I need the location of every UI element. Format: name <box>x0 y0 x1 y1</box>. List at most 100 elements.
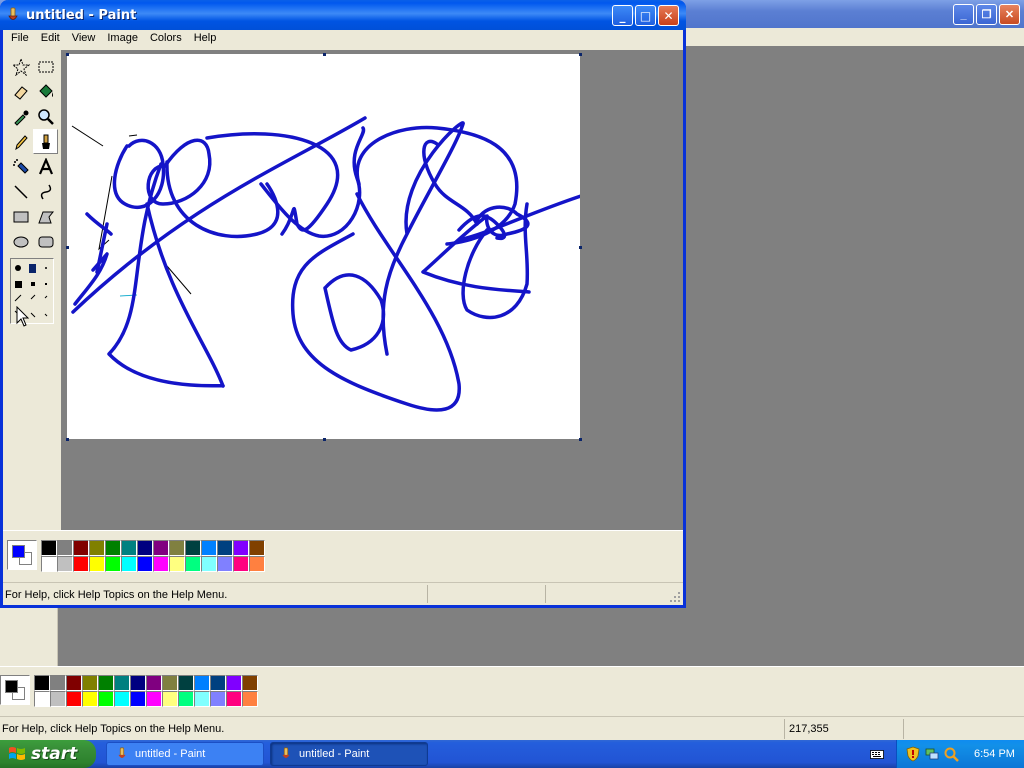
select-tool[interactable] <box>33 54 58 79</box>
palette-swatch[interactable] <box>130 675 146 691</box>
palette-swatch[interactable] <box>153 540 169 556</box>
security-shield-icon[interactable] <box>905 746 921 762</box>
palette-swatch[interactable] <box>153 556 169 572</box>
palette-swatch[interactable] <box>50 691 66 707</box>
canvas-resize-handle[interactable] <box>323 53 326 56</box>
palette-swatch[interactable] <box>41 556 57 572</box>
palette-swatch[interactable] <box>137 540 153 556</box>
palette-swatch[interactable] <box>249 556 265 572</box>
close-button[interactable]: ✕ <box>658 5 679 26</box>
menu-file[interactable]: File <box>5 30 35 48</box>
palette-swatch[interactable] <box>178 691 194 707</box>
maximize-button[interactable]: □ <box>635 5 656 26</box>
palette-swatch[interactable] <box>114 691 130 707</box>
ellipse-tool[interactable] <box>8 229 33 254</box>
start-button[interactable]: start <box>0 740 96 768</box>
palette-swatch[interactable] <box>73 556 89 572</box>
menu-edit[interactable]: Edit <box>35 30 66 48</box>
airbrush-tool[interactable] <box>8 154 33 179</box>
drawing-canvas[interactable] <box>67 54 580 439</box>
palette-swatch[interactable] <box>98 675 114 691</box>
palette-swatch[interactable] <box>57 556 73 572</box>
palette-swatch[interactable] <box>162 675 178 691</box>
palette-swatch[interactable] <box>89 540 105 556</box>
bg-minimize-button[interactable]: _ <box>953 4 974 25</box>
palette-swatch[interactable] <box>66 675 82 691</box>
palette-swatch[interactable] <box>226 675 242 691</box>
canvas-resize-handle[interactable] <box>66 438 69 441</box>
menu-colors[interactable]: Colors <box>144 30 188 48</box>
title-bar[interactable]: untitled - Paint _ □ ✕ <box>0 0 686 30</box>
palette-swatch[interactable] <box>121 540 137 556</box>
curve-tool[interactable] <box>33 179 58 204</box>
brush-option-round-medium-selected[interactable] <box>29 264 36 273</box>
palette-swatch[interactable] <box>210 675 226 691</box>
palette-swatch[interactable] <box>57 540 73 556</box>
palette-swatch[interactable] <box>242 675 258 691</box>
canvas-resize-handle[interactable] <box>579 53 582 56</box>
brush-option-round-large[interactable] <box>15 265 21 271</box>
palette-swatch[interactable] <box>146 675 162 691</box>
palette-swatch[interactable] <box>146 691 162 707</box>
palette-swatch[interactable] <box>114 675 130 691</box>
palette-swatch[interactable] <box>105 540 121 556</box>
palette-swatch[interactable] <box>242 691 258 707</box>
bg-close-button[interactable]: ✕ <box>999 4 1020 25</box>
menu-help[interactable]: Help <box>188 30 223 48</box>
palette-swatch[interactable] <box>98 691 114 707</box>
palette-swatch[interactable] <box>41 540 57 556</box>
palette-swatch[interactable] <box>178 675 194 691</box>
keyboard-icon[interactable] <box>870 748 884 760</box>
palette-swatch[interactable] <box>226 691 242 707</box>
palette-swatch[interactable] <box>201 556 217 572</box>
palette-swatch[interactable] <box>162 691 178 707</box>
brush-tool[interactable] <box>33 129 58 154</box>
taskbar-item-paint-2[interactable]: untitled - Paint <box>270 742 428 766</box>
menu-view[interactable]: View <box>66 30 102 48</box>
palette-swatch[interactable] <box>249 540 265 556</box>
palette-swatch[interactable] <box>233 540 249 556</box>
search-icon[interactable] <box>943 746 959 762</box>
polygon-tool[interactable] <box>33 204 58 229</box>
bg-current-colors[interactable] <box>0 675 30 705</box>
palette-swatch[interactable] <box>210 691 226 707</box>
network-icon[interactable] <box>924 746 940 762</box>
palette-swatch[interactable] <box>50 675 66 691</box>
minimize-button[interactable]: _ <box>612 5 633 26</box>
brush-option-square-medium[interactable] <box>31 282 35 286</box>
current-colors[interactable] <box>7 540 37 570</box>
palette-swatch[interactable] <box>233 556 249 572</box>
taskbar-item-paint-1[interactable]: untitled - Paint <box>106 742 264 766</box>
menu-image[interactable]: Image <box>101 30 144 48</box>
palette-swatch[interactable] <box>217 556 233 572</box>
palette-swatch[interactable] <box>73 540 89 556</box>
pencil-tool[interactable] <box>8 129 33 154</box>
line-tool[interactable] <box>8 179 33 204</box>
free-form-select-tool[interactable] <box>8 54 33 79</box>
palette-swatch[interactable] <box>130 691 146 707</box>
eraser-tool[interactable] <box>8 79 33 104</box>
pick-color-tool[interactable] <box>8 104 33 129</box>
palette-swatch[interactable] <box>217 540 233 556</box>
palette-swatch[interactable] <box>34 675 50 691</box>
fill-tool[interactable] <box>33 79 58 104</box>
text-tool[interactable] <box>33 154 58 179</box>
brush-option-round-small[interactable] <box>45 267 47 269</box>
palette-swatch[interactable] <box>194 675 210 691</box>
canvas-resize-handle[interactable] <box>66 246 69 249</box>
canvas-resize-handle[interactable] <box>323 438 326 441</box>
resize-grip-icon[interactable] <box>669 591 681 603</box>
magnifier-tool[interactable] <box>33 104 58 129</box>
palette-swatch[interactable] <box>185 556 201 572</box>
canvas-resize-handle[interactable] <box>579 246 582 249</box>
palette-swatch[interactable] <box>89 556 105 572</box>
bg-restore-button[interactable]: ❐ <box>976 4 997 25</box>
brush-option-square-small[interactable] <box>45 283 47 285</box>
palette-swatch[interactable] <box>194 691 210 707</box>
rounded-rectangle-tool[interactable] <box>33 229 58 254</box>
palette-swatch[interactable] <box>169 540 185 556</box>
palette-swatch[interactable] <box>185 540 201 556</box>
rectangle-tool[interactable] <box>8 204 33 229</box>
palette-swatch[interactable] <box>34 691 50 707</box>
palette-swatch[interactable] <box>137 556 153 572</box>
